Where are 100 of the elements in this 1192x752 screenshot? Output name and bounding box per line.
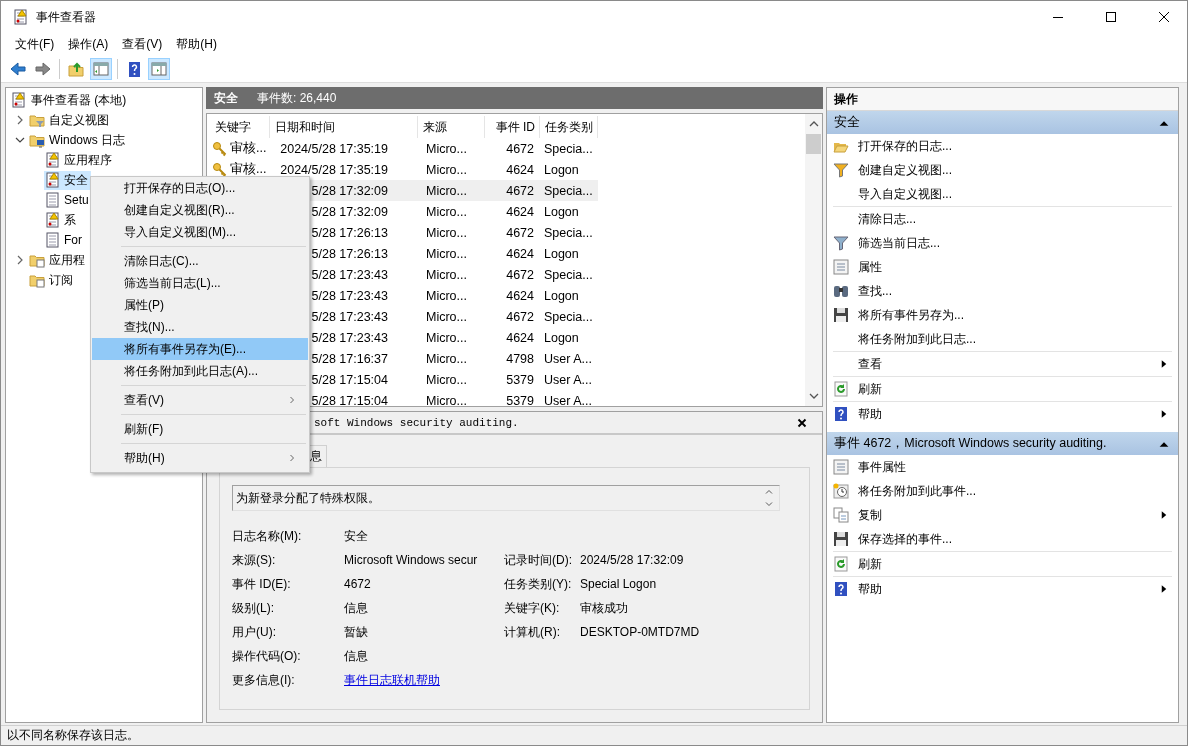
menu-item[interactable]: 将所有事件另存为(E)... bbox=[92, 338, 308, 360]
tree-item[interactable]: 安全 bbox=[44, 170, 91, 190]
pane-icon bbox=[93, 61, 109, 77]
action-item[interactable]: 创建自定义视图... bbox=[827, 158, 1178, 182]
scrollbar[interactable] bbox=[805, 114, 822, 406]
action-item[interactable]: 事件属性 bbox=[827, 455, 1178, 479]
tree-item[interactable]: Windows 日志 bbox=[28, 130, 128, 150]
properties-icon bbox=[833, 259, 849, 275]
field-label: 级别(L): bbox=[232, 599, 275, 617]
menu-item[interactable]: 查找(N)... bbox=[92, 316, 308, 338]
action-item[interactable]: 刷新 bbox=[827, 552, 1178, 576]
menu-item[interactable]: 操作(A) bbox=[61, 36, 116, 53]
table-cell: Micro... bbox=[426, 393, 467, 406]
action-item[interactable]: 将任务附加到此事件... bbox=[827, 479, 1178, 503]
tree-item[interactable]: Setu bbox=[44, 191, 92, 209]
menu-item[interactable]: 筛选当前日志(L)... bbox=[92, 272, 308, 294]
folder-up-icon bbox=[68, 61, 84, 77]
table-row[interactable]: 审核... 2024/5/28 17:35:19 Micro... 4672 Specia... bbox=[210, 138, 598, 159]
action-item[interactable]: 查看 bbox=[827, 352, 1178, 376]
log-icon bbox=[45, 232, 61, 248]
menu-item[interactable]: 查看(V) bbox=[115, 36, 170, 53]
folder-icon bbox=[29, 112, 45, 128]
table-cell: Specia... bbox=[544, 225, 593, 240]
table-cell: Logon bbox=[544, 288, 579, 303]
menu-item[interactable]: 创建自定义视图(R)... bbox=[92, 199, 308, 221]
help-link[interactable]: 事件日志联机帮助 bbox=[344, 672, 440, 687]
table-cell: 4624 bbox=[506, 246, 534, 261]
action-item[interactable]: 将任务附加到此日志... bbox=[827, 327, 1178, 351]
table-cell: Micro... bbox=[426, 330, 467, 345]
field-label: 更多信息(I): bbox=[232, 671, 296, 689]
column-header[interactable]: 事件 ID bbox=[485, 116, 540, 138]
column-header[interactable]: 任务类别 bbox=[540, 116, 598, 138]
action-item[interactable]: 打开保存的日志... bbox=[827, 134, 1178, 158]
action-item[interactable]: 查找... bbox=[827, 279, 1178, 303]
table-cell: 5/28 17:23:43 bbox=[311, 288, 388, 303]
tree-item[interactable]: 系 bbox=[44, 210, 79, 230]
tree-item[interactable]: 应用程序 bbox=[44, 150, 115, 170]
table-cell: 4672 bbox=[506, 267, 534, 282]
minimize-icon bbox=[1053, 16, 1063, 18]
column-header[interactable]: 来源 bbox=[418, 116, 485, 138]
field-value: DESKTOP-0MTD7MD bbox=[580, 625, 701, 639]
action-item[interactable]: 帮助 bbox=[827, 577, 1178, 601]
field-value: 审核成功 bbox=[580, 599, 629, 617]
tree-item[interactable]: 应用程 bbox=[28, 250, 88, 270]
menu-item[interactable]: 将任务附加到此日志(A)... bbox=[92, 360, 308, 382]
table-cell: Specia... bbox=[544, 267, 593, 282]
key-icon bbox=[212, 140, 228, 157]
help-icon bbox=[833, 406, 849, 422]
table-cell: Logon bbox=[544, 162, 579, 177]
action-item[interactable]: 保存选择的事件... bbox=[827, 527, 1178, 551]
menu-item[interactable]: 帮助(H) bbox=[169, 36, 224, 53]
scroll-thumb[interactable] bbox=[806, 134, 821, 154]
action-item[interactable]: 帮助 bbox=[827, 402, 1178, 426]
action-item[interactable]: 清除日志... bbox=[827, 207, 1178, 231]
section-header[interactable]: 事件 4672，Microsoft Windows security auditing. bbox=[827, 432, 1178, 455]
action-item[interactable]: 属性 bbox=[827, 255, 1178, 279]
folder-icon bbox=[29, 132, 45, 148]
table-cell: 4624 bbox=[506, 204, 534, 219]
clock-icon bbox=[833, 483, 849, 499]
help-icon bbox=[833, 581, 849, 597]
tree-item[interactable]: For bbox=[44, 231, 85, 249]
field-label: 任务类别(Y): bbox=[504, 575, 573, 593]
action-item[interactable]: 将所有事件另存为... bbox=[827, 303, 1178, 327]
menu-item[interactable]: 查看(V) bbox=[92, 389, 308, 411]
table-cell: Micro... bbox=[426, 162, 467, 177]
log-icon bbox=[45, 212, 61, 228]
funnel-icon bbox=[833, 235, 849, 251]
menu-item[interactable]: 刷新(F) bbox=[92, 418, 308, 440]
section-header[interactable]: 安全 bbox=[827, 111, 1178, 134]
column-header[interactable]: 关键字 bbox=[210, 116, 270, 138]
field-value: Special Logon bbox=[580, 577, 658, 591]
action-item[interactable]: 复制 bbox=[827, 503, 1178, 527]
log-icon bbox=[45, 192, 61, 208]
action-item[interactable]: 筛选当前日志... bbox=[827, 231, 1178, 255]
table-cell: 4624 bbox=[506, 330, 534, 345]
action-item[interactable]: 导入自定义视图... bbox=[827, 182, 1178, 206]
log-icon bbox=[11, 92, 27, 108]
table-row[interactable]: 审核... 2024/5/28 17:35:19 Micro... 4624 Logon bbox=[210, 159, 598, 180]
tree-item[interactable]: 事件查看器 (本地) bbox=[10, 90, 130, 110]
table-cell: 5/28 17:26:13 bbox=[311, 246, 388, 261]
table-cell: 4798 bbox=[506, 351, 534, 366]
action-item[interactable]: 刷新 bbox=[827, 377, 1178, 401]
tree-item[interactable]: 订阅 bbox=[28, 270, 76, 290]
field-value: 4672 bbox=[344, 577, 372, 591]
table-cell: Micro... bbox=[426, 288, 467, 303]
menu-item[interactable]: 文件(F) bbox=[8, 36, 62, 53]
field-label: 计算机(R): bbox=[504, 623, 561, 641]
menu-item[interactable]: 导入自定义视图(M)... bbox=[92, 221, 308, 243]
table-cell: 5/28 17:15:04 bbox=[311, 372, 388, 387]
column-header[interactable]: 日期和时间 bbox=[270, 116, 418, 138]
tree-item[interactable]: 自定义视图 bbox=[28, 110, 112, 130]
table-cell: Logon bbox=[544, 330, 579, 345]
menu-item[interactable]: 清除日志(C)... bbox=[92, 250, 308, 272]
field-value: 暂缺 bbox=[344, 623, 369, 641]
table-cell: 5/28 17:16:37 bbox=[311, 351, 388, 366]
tree-toggle-button[interactable] bbox=[90, 58, 112, 80]
refresh-icon bbox=[833, 381, 849, 397]
table-cell: Micro... bbox=[426, 141, 467, 156]
menu-item[interactable]: 属性(P) bbox=[92, 294, 308, 316]
field-label: 日志名称(M): bbox=[232, 527, 303, 545]
